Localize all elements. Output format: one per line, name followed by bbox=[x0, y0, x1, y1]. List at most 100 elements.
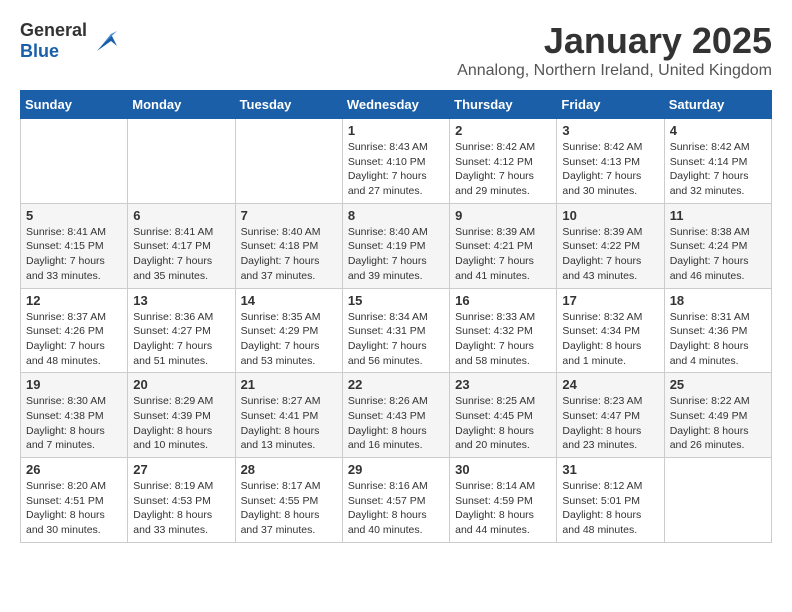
day-info: Sunrise: 8:39 AM Sunset: 4:22 PM Dayligh… bbox=[562, 225, 658, 284]
day-info: Sunrise: 8:14 AM Sunset: 4:59 PM Dayligh… bbox=[455, 479, 551, 538]
day-info: Sunrise: 8:26 AM Sunset: 4:43 PM Dayligh… bbox=[348, 394, 444, 453]
day-header-sunday: Sunday bbox=[21, 91, 128, 119]
day-number: 16 bbox=[455, 293, 551, 308]
calendar-day-cell: 18 Sunrise: 8:31 AM Sunset: 4:36 PM Dayli… bbox=[664, 288, 771, 373]
day-header-thursday: Thursday bbox=[450, 91, 557, 119]
day-info: Sunrise: 8:42 AM Sunset: 4:14 PM Dayligh… bbox=[670, 140, 766, 199]
calendar-day-cell: 22 Sunrise: 8:26 AM Sunset: 4:43 PM Dayli… bbox=[342, 373, 449, 458]
day-header-tuesday: Tuesday bbox=[235, 91, 342, 119]
day-number: 5 bbox=[26, 208, 122, 223]
logo-general: General bbox=[20, 20, 87, 40]
calendar-day-cell: 20Sunrise: 8:29 AM Sunset: 4:39 PM Dayli… bbox=[128, 373, 235, 458]
calendar-day-cell: 29Sunrise: 8:16 AM Sunset: 4:57 PM Dayli… bbox=[342, 458, 449, 543]
calendar-day-cell: 7 Sunrise: 8:40 AM Sunset: 4:18 PM Daylig… bbox=[235, 203, 342, 288]
calendar-day-cell: 1 Sunrise: 8:43 AM Sunset: 4:10 PM Daylig… bbox=[342, 119, 449, 204]
day-number: 7 bbox=[241, 208, 337, 223]
day-info: Sunrise: 8:27 AM Sunset: 4:41 PM Dayligh… bbox=[241, 394, 337, 453]
calendar-day-cell: 28 Sunrise: 8:17 AM Sunset: 4:55 PM Dayli… bbox=[235, 458, 342, 543]
day-number: 3 bbox=[562, 123, 658, 138]
day-info: Sunrise: 8:31 AM Sunset: 4:36 PM Dayligh… bbox=[670, 310, 766, 369]
calendar-day-cell: 14 Sunrise: 8:35 AM Sunset: 4:29 PM Dayli… bbox=[235, 288, 342, 373]
day-number: 2 bbox=[455, 123, 551, 138]
day-number: 15 bbox=[348, 293, 444, 308]
day-info: Sunrise: 8:29 AM Sunset: 4:39 PM Dayligh… bbox=[133, 394, 229, 453]
day-info: Sunrise: 8:39 AM Sunset: 4:21 PM Dayligh… bbox=[455, 225, 551, 284]
day-number: 9 bbox=[455, 208, 551, 223]
day-info: Sunrise: 8:22 AM Sunset: 4:49 PM Dayligh… bbox=[670, 394, 766, 453]
day-number: 26 bbox=[26, 462, 122, 477]
day-info: Sunrise: 8:40 AM Sunset: 4:18 PM Dayligh… bbox=[241, 225, 337, 284]
title-section: January 2025 Annalong, Northern Ireland,… bbox=[457, 20, 772, 80]
day-number: 29 bbox=[348, 462, 444, 477]
day-info: Sunrise: 8:37 AM Sunset: 4:26 PM Dayligh… bbox=[26, 310, 122, 369]
day-header-wednesday: Wednesday bbox=[342, 91, 449, 119]
calendar-day-cell: 11 Sunrise: 8:38 AM Sunset: 4:24 PM Dayli… bbox=[664, 203, 771, 288]
day-info: Sunrise: 8:25 AM Sunset: 4:45 PM Dayligh… bbox=[455, 394, 551, 453]
calendar-empty-cell bbox=[664, 458, 771, 543]
day-number: 22 bbox=[348, 377, 444, 392]
calendar-day-cell: 16 Sunrise: 8:33 AM Sunset: 4:32 PM Dayli… bbox=[450, 288, 557, 373]
day-info: Sunrise: 8:41 AM Sunset: 4:17 PM Dayligh… bbox=[133, 225, 229, 284]
day-number: 4 bbox=[670, 123, 766, 138]
day-header-monday: Monday bbox=[128, 91, 235, 119]
day-info: Sunrise: 8:40 AM Sunset: 4:19 PM Dayligh… bbox=[348, 225, 444, 284]
calendar-day-cell: 17Sunrise: 8:32 AM Sunset: 4:34 PM Dayli… bbox=[557, 288, 664, 373]
calendar-week-row: 19 Sunrise: 8:30 AM Sunset: 4:38 PM Dayli… bbox=[21, 373, 772, 458]
calendar-day-cell: 12 Sunrise: 8:37 AM Sunset: 4:26 PM Dayli… bbox=[21, 288, 128, 373]
day-info: Sunrise: 8:42 AM Sunset: 4:13 PM Dayligh… bbox=[562, 140, 658, 199]
logo-text: General Blue bbox=[20, 20, 87, 62]
day-info: Sunrise: 8:33 AM Sunset: 4:32 PM Dayligh… bbox=[455, 310, 551, 369]
day-header-friday: Friday bbox=[557, 91, 664, 119]
calendar-day-cell: 31Sunrise: 8:12 AM Sunset: 5:01 PM Dayli… bbox=[557, 458, 664, 543]
day-info: Sunrise: 8:43 AM Sunset: 4:10 PM Dayligh… bbox=[348, 140, 444, 199]
day-number: 17 bbox=[562, 293, 658, 308]
calendar-day-cell: 6 Sunrise: 8:41 AM Sunset: 4:17 PM Daylig… bbox=[128, 203, 235, 288]
calendar-week-row: 1 Sunrise: 8:43 AM Sunset: 4:10 PM Daylig… bbox=[21, 119, 772, 204]
day-info: Sunrise: 8:38 AM Sunset: 4:24 PM Dayligh… bbox=[670, 225, 766, 284]
day-number: 19 bbox=[26, 377, 122, 392]
location-title: Annalong, Northern Ireland, United Kingd… bbox=[457, 62, 772, 80]
calendar-day-cell: 3 Sunrise: 8:42 AM Sunset: 4:13 PM Daylig… bbox=[557, 119, 664, 204]
calendar-day-cell: 10 Sunrise: 8:39 AM Sunset: 4:22 PM Dayli… bbox=[557, 203, 664, 288]
day-info: Sunrise: 8:34 AM Sunset: 4:31 PM Dayligh… bbox=[348, 310, 444, 369]
day-number: 31 bbox=[562, 462, 658, 477]
day-info: Sunrise: 8:23 AM Sunset: 4:47 PM Dayligh… bbox=[562, 394, 658, 453]
calendar-day-cell: 27 Sunrise: 8:19 AM Sunset: 4:53 PM Dayli… bbox=[128, 458, 235, 543]
calendar-day-cell: 30Sunrise: 8:14 AM Sunset: 4:59 PM Dayli… bbox=[450, 458, 557, 543]
calendar-table: SundayMondayTuesdayWednesdayThursdayFrid… bbox=[20, 90, 772, 543]
day-info: Sunrise: 8:20 AM Sunset: 4:51 PM Dayligh… bbox=[26, 479, 122, 538]
calendar-empty-cell bbox=[21, 119, 128, 204]
day-number: 27 bbox=[133, 462, 229, 477]
day-number: 12 bbox=[26, 293, 122, 308]
day-info: Sunrise: 8:19 AM Sunset: 4:53 PM Dayligh… bbox=[133, 479, 229, 538]
calendar-day-cell: 19 Sunrise: 8:30 AM Sunset: 4:38 PM Dayli… bbox=[21, 373, 128, 458]
calendar-day-cell: 24 Sunrise: 8:23 AM Sunset: 4:47 PM Dayli… bbox=[557, 373, 664, 458]
calendar-day-cell: 26 Sunrise: 8:20 AM Sunset: 4:51 PM Dayli… bbox=[21, 458, 128, 543]
day-info: Sunrise: 8:17 AM Sunset: 4:55 PM Dayligh… bbox=[241, 479, 337, 538]
calendar-day-cell: 9 Sunrise: 8:39 AM Sunset: 4:21 PM Daylig… bbox=[450, 203, 557, 288]
calendar-day-cell: 15 Sunrise: 8:34 AM Sunset: 4:31 PM Dayli… bbox=[342, 288, 449, 373]
logo-blue: Blue bbox=[20, 41, 59, 61]
calendar-empty-cell bbox=[128, 119, 235, 204]
page-header: General Blue January 2025 Annalong, Nort… bbox=[20, 20, 772, 80]
day-number: 10 bbox=[562, 208, 658, 223]
day-info: Sunrise: 8:42 AM Sunset: 4:12 PM Dayligh… bbox=[455, 140, 551, 199]
day-number: 1 bbox=[348, 123, 444, 138]
day-number: 24 bbox=[562, 377, 658, 392]
day-number: 11 bbox=[670, 208, 766, 223]
logo-icon bbox=[89, 26, 119, 56]
day-info: Sunrise: 8:36 AM Sunset: 4:27 PM Dayligh… bbox=[133, 310, 229, 369]
day-number: 18 bbox=[670, 293, 766, 308]
calendar-day-cell: 25 Sunrise: 8:22 AM Sunset: 4:49 PM Dayli… bbox=[664, 373, 771, 458]
calendar-day-cell: 23Sunrise: 8:25 AM Sunset: 4:45 PM Dayli… bbox=[450, 373, 557, 458]
day-info: Sunrise: 8:30 AM Sunset: 4:38 PM Dayligh… bbox=[26, 394, 122, 453]
day-number: 6 bbox=[133, 208, 229, 223]
calendar-week-row: 12 Sunrise: 8:37 AM Sunset: 4:26 PM Dayli… bbox=[21, 288, 772, 373]
calendar-week-row: 5Sunrise: 8:41 AM Sunset: 4:15 PM Daylig… bbox=[21, 203, 772, 288]
calendar-day-cell: 13Sunrise: 8:36 AM Sunset: 4:27 PM Dayli… bbox=[128, 288, 235, 373]
calendar-day-cell: 8Sunrise: 8:40 AM Sunset: 4:19 PM Daylig… bbox=[342, 203, 449, 288]
day-number: 28 bbox=[241, 462, 337, 477]
day-info: Sunrise: 8:35 AM Sunset: 4:29 PM Dayligh… bbox=[241, 310, 337, 369]
day-number: 14 bbox=[241, 293, 337, 308]
day-number: 25 bbox=[670, 377, 766, 392]
